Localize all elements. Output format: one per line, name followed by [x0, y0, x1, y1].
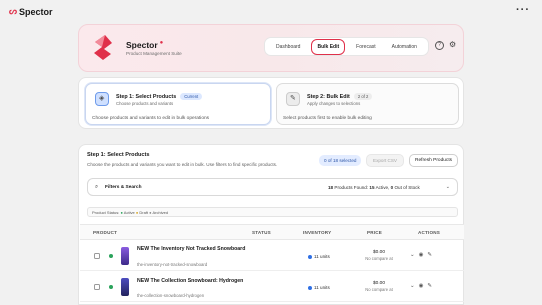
- chevron-down-icon[interactable]: ⌄: [410, 283, 415, 289]
- steps-card: ◈ Step 1: Select Products Current Choose …: [78, 77, 464, 129]
- step-description: Choose products and variants: [116, 101, 174, 106]
- filters-search-bar[interactable]: ⌕ Filters & Search 18 Products Found: 15…: [87, 178, 458, 196]
- select-products-panel: Step 1: Select Products Choose the produ…: [78, 144, 464, 305]
- pencil-icon[interactable]: ✎: [427, 283, 432, 289]
- status-legend: Product Status: ● Active ● Draft ● Archi…: [87, 207, 458, 217]
- status-dot: [109, 254, 113, 258]
- product-name[interactable]: NEW The Inventory Not Tracked Snowboard: [137, 246, 257, 253]
- chevron-down-icon[interactable]: ⌄: [410, 252, 415, 258]
- col-actions: ACTIONS: [418, 230, 441, 235]
- chevron-down-icon[interactable]: ⌄: [446, 184, 450, 190]
- status-badge: 2 of 2: [353, 93, 373, 100]
- step-note: Select products first to enable bulk edi…: [283, 116, 372, 121]
- col-price: PRICE: [367, 230, 383, 235]
- help-icon[interactable]: ?: [435, 41, 444, 50]
- pencil-icon: ✎: [286, 92, 300, 106]
- spector-logo-icon: [94, 35, 112, 60]
- row-actions: ⌄ ◉ ✎: [410, 252, 432, 258]
- price-cell: $0.00 No compare at: [365, 250, 393, 261]
- step-title: Step 2: Bulk Edit: [307, 93, 350, 100]
- more-menu-button[interactable]: ···: [516, 4, 530, 16]
- price-cell: $0.00 No compare at: [365, 281, 393, 292]
- step-note: Choose products and variants to edit in …: [92, 116, 210, 121]
- col-inventory: INVENTORY: [303, 230, 332, 235]
- step-select-products[interactable]: ◈ Step 1: Select Products Current Choose …: [85, 83, 271, 125]
- row-checkbox[interactable]: [94, 284, 100, 290]
- step-description: Apply changes to selections: [307, 101, 361, 106]
- tab-forecast[interactable]: Forecast: [351, 40, 380, 54]
- product-counts: 18 Products Found: 15 Active, 0 Out of S…: [328, 185, 420, 190]
- inventory-cell: 11 units: [308, 254, 330, 259]
- col-product: PRODUCT: [93, 230, 118, 235]
- step-bulk-edit[interactable]: ✎ Step 2: Bulk Edit 2 of 2 Apply changes …: [276, 83, 459, 125]
- panel-title: Step 1: Select Products: [87, 152, 150, 158]
- filters-label: Filters & Search: [105, 185, 142, 190]
- product-handle: the-inventory-not-tracked-snowboard: [137, 262, 208, 267]
- spector-logo-icon: ᔕ: [9, 6, 18, 16]
- app-name: Spector: [19, 6, 53, 17]
- export-csv-button[interactable]: Export CSV: [366, 154, 404, 167]
- hero-header: Spector ● Product Management Suite Dashbo…: [78, 24, 464, 72]
- status-badge: Current: [180, 93, 203, 100]
- inventory-cell: 11 units: [308, 285, 330, 290]
- tab-automation[interactable]: Automation: [387, 40, 422, 54]
- tab-dashboard[interactable]: Dashboard: [271, 40, 305, 54]
- refresh-products-button[interactable]: Refresh Products: [409, 154, 459, 167]
- table-header: PRODUCT STATUS INVENTORY PRICE ACTIONS: [80, 224, 464, 240]
- eye-icon[interactable]: ◉: [419, 283, 424, 289]
- main-nav: Dashboard Bulk Edit Forecast Automation: [264, 37, 429, 56]
- row-actions: ⌄ ◉ ✎: [410, 283, 432, 289]
- tab-bulk-edit[interactable]: Bulk Edit: [311, 38, 346, 55]
- status-dot: [109, 285, 113, 289]
- step-title: Step 1: Select Products: [116, 93, 177, 100]
- selection-count-badge: 0 of 18 selected: [319, 155, 362, 166]
- eye-icon[interactable]: ◉: [419, 252, 424, 258]
- cube-icon: ◈: [95, 92, 109, 106]
- panel-description: Choose the products and variants you wan…: [87, 162, 278, 167]
- hero-subtitle: Product Management Suite: [126, 51, 182, 56]
- search-icon: ⌕: [95, 184, 99, 190]
- app-brand: ᔕ Spector: [9, 6, 53, 17]
- top-bar: ᔕ Spector ···: [0, 0, 542, 24]
- row-checkbox[interactable]: [94, 253, 100, 259]
- product-name[interactable]: NEW The Collection Snowboard: Hydrogen: [137, 278, 257, 285]
- hero-title: Spector ●: [126, 40, 164, 50]
- table-row[interactable]: NEW The Inventory Not Tracked Snowboard …: [80, 241, 464, 271]
- pencil-icon[interactable]: ✎: [427, 252, 432, 258]
- gear-icon[interactable]: ⚙: [449, 40, 456, 49]
- table-row[interactable]: NEW The Collection Snowboard: Hydrogen t…: [80, 272, 464, 302]
- product-thumbnail: [121, 278, 129, 296]
- product-thumbnail: [121, 247, 129, 265]
- col-status: STATUS: [252, 230, 271, 235]
- product-handle: the-collection-snowboard-hydrogen: [137, 293, 205, 298]
